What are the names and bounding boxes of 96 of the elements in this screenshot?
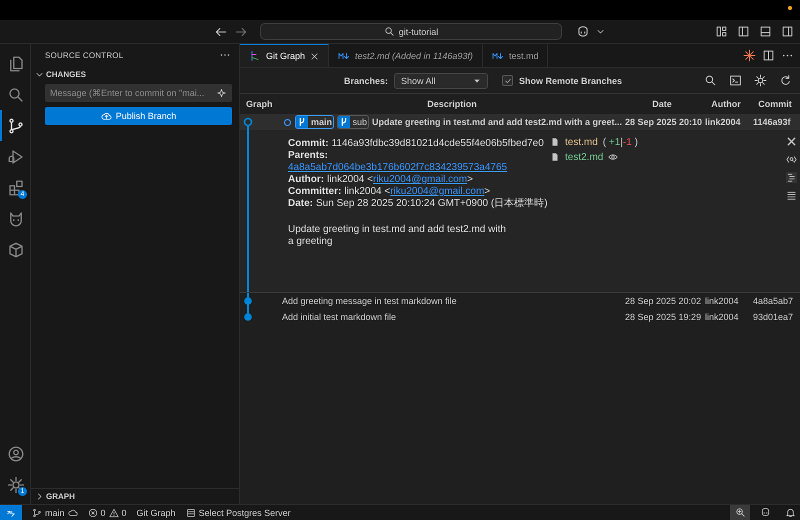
commit-hash: 1146a93f (752, 117, 792, 127)
commit-message: Update greeting in test.md and add test2.md with a greeting (288, 224, 507, 248)
column-header[interactable]: Date (622, 99, 702, 109)
column-header[interactable]: Author (702, 99, 750, 109)
close-icon[interactable] (310, 52, 320, 60)
customize-layout-icon[interactable] (715, 25, 728, 38)
source-control-icon[interactable] (7, 116, 25, 134)
markdown-icon (338, 50, 350, 62)
copilot-icon[interactable] (576, 24, 590, 38)
markdown-icon (492, 50, 504, 62)
split-editor-icon[interactable] (762, 49, 775, 62)
detail-line: Date: Sun Sep 28 2025 20:10:24 GMT+0900 (日本標準時) (288, 198, 549, 210)
code-search-icon[interactable] (786, 154, 796, 165)
sparkle-icon[interactable] (216, 88, 227, 98)
commit-author: link2004 (704, 296, 740, 306)
link[interactable]: riku2004@gmail.com (390, 186, 484, 197)
commit-row[interactable]: main sub Update greeting in test.md and add test2.md with a greet... 28 Sep 2025 20:10 link2004 1146a93f (240, 114, 800, 130)
recording-dot-icon (788, 6, 792, 10)
database-icon (186, 508, 196, 518)
detail-line: Commit: 1146a93fdbc39d81021d4cde55f4e06b5fbed7e0 (288, 138, 545, 150)
search-icon[interactable] (704, 74, 717, 87)
toggle-secondary-sidebar-icon[interactable] (781, 25, 794, 38)
cloud-upload-icon (100, 110, 112, 122)
terminal-icon[interactable] (729, 74, 742, 87)
run-debug-icon[interactable] (7, 148, 25, 166)
branch-label[interactable]: main (295, 115, 334, 129)
sidebar-title: SOURCE CONTROL (45, 50, 124, 60)
warning-icon (108, 508, 119, 518)
files-icon[interactable] (7, 54, 25, 72)
dropdown-arrow-icon (473, 76, 482, 84)
problems-status[interactable]: 0 0 (88, 508, 127, 518)
commit-hash: 4a8a5ab7 (752, 296, 794, 306)
detail-line: Author: link2004 <riku2004@gmail.com> (288, 174, 474, 186)
commit-author: link2004 (704, 312, 740, 322)
file-name[interactable]: test2.md (565, 152, 604, 162)
search-icon[interactable] (7, 86, 25, 104)
search-icon (384, 26, 395, 37)
head-indicator-icon (283, 118, 292, 126)
change-count: ( +1|-1 ) (602, 136, 638, 148)
commit-row[interactable]: Add greeting message in test markdown file 28 Sep 2025 20:02 link2004 4a8a5ab7 (240, 293, 800, 309)
checkbox[interactable] (502, 75, 514, 86)
error-icon (88, 508, 98, 518)
column-header[interactable]: Commit (750, 99, 800, 109)
zoom-button[interactable] (730, 505, 750, 520)
starburst-icon[interactable] (743, 49, 756, 62)
chevron-down-icon[interactable] (596, 27, 605, 36)
bell-icon[interactable] (785, 507, 796, 518)
commit-date: 28 Sep 2025 20:10 (624, 117, 702, 127)
commit-hash: 93d01ea7 (752, 312, 794, 322)
branches-label: Branches: (344, 76, 388, 86)
link[interactable]: 4a8a5ab7d064be3b176b602f7c834239573a4765 (288, 162, 508, 173)
branches-dropdown[interactable]: Show All (394, 72, 488, 88)
eye-icon[interactable] (608, 152, 618, 162)
link[interactable]: riku2004@gmail.com (372, 174, 468, 185)
branch-label[interactable]: sub (336, 115, 369, 129)
publish-branch-button[interactable]: Publish Branch (45, 107, 232, 125)
postgres-status[interactable]: Select Postgres Server (186, 508, 291, 518)
cube-icon[interactable] (7, 240, 25, 258)
editor-tab[interactable]: Git Graph (240, 44, 330, 67)
toggle-panel-icon[interactable] (759, 25, 772, 38)
commit-description: Update greeting in test.md and add test2.md with a greet... (372, 117, 622, 127)
status-item[interactable]: Git Graph (136, 508, 176, 518)
editor-tab[interactable]: test2.md (Added in 1146a93f) (329, 44, 483, 67)
commit-date: 28 Sep 2025 19:29 (624, 312, 702, 322)
copilot-icon[interactable] (760, 507, 771, 518)
commit-description: Add initial test markdown file (282, 312, 396, 322)
remote-button[interactable] (0, 505, 22, 520)
cat-head-icon[interactable] (7, 210, 25, 228)
command-search-field[interactable]: git-tutorial (260, 23, 562, 40)
checkbox-label[interactable]: Show Remote Branches (519, 76, 622, 86)
section-header[interactable]: GRAPH (46, 492, 75, 501)
column-header[interactable]: Graph (240, 99, 282, 109)
detail-line: Parents: (288, 150, 330, 162)
git-graph-icon (249, 50, 261, 62)
extensions-icon[interactable] (7, 178, 25, 196)
toggle-sidebar-icon[interactable] (737, 25, 750, 38)
commit-row[interactable]: Add initial test markdown file 28 Sep 2025 19:29 link2004 93d01ea7 (240, 309, 800, 325)
refresh-icon[interactable] (779, 74, 792, 87)
cloud-sync-icon (68, 508, 78, 518)
tree-view-icon[interactable] (786, 172, 796, 183)
editor-tab[interactable]: test.md (482, 44, 548, 67)
detail-line: Committer: link2004 <riku2004@gmail.com> (288, 186, 492, 198)
commit-description: Add greeting message in test markdown file (282, 296, 457, 306)
file-name[interactable]: test.md (565, 136, 598, 148)
section-header[interactable]: CHANGES (46, 70, 86, 78)
chevron-icon[interactable] (35, 492, 44, 501)
account-icon[interactable] (7, 444, 25, 462)
checkmark-icon (504, 76, 512, 84)
zoom-in-icon (734, 507, 746, 518)
commit-message-field[interactable]: Message (⌘Enter to commit on "mai... (45, 84, 232, 102)
list-view-icon[interactable] (786, 190, 796, 201)
branch-status[interactable]: main (32, 508, 78, 518)
close-icon[interactable] (786, 136, 796, 147)
commit-author: link2004 (704, 117, 742, 127)
column-header[interactable]: Description (282, 99, 622, 109)
commit-date: 28 Sep 2025 20:02 (624, 296, 702, 306)
